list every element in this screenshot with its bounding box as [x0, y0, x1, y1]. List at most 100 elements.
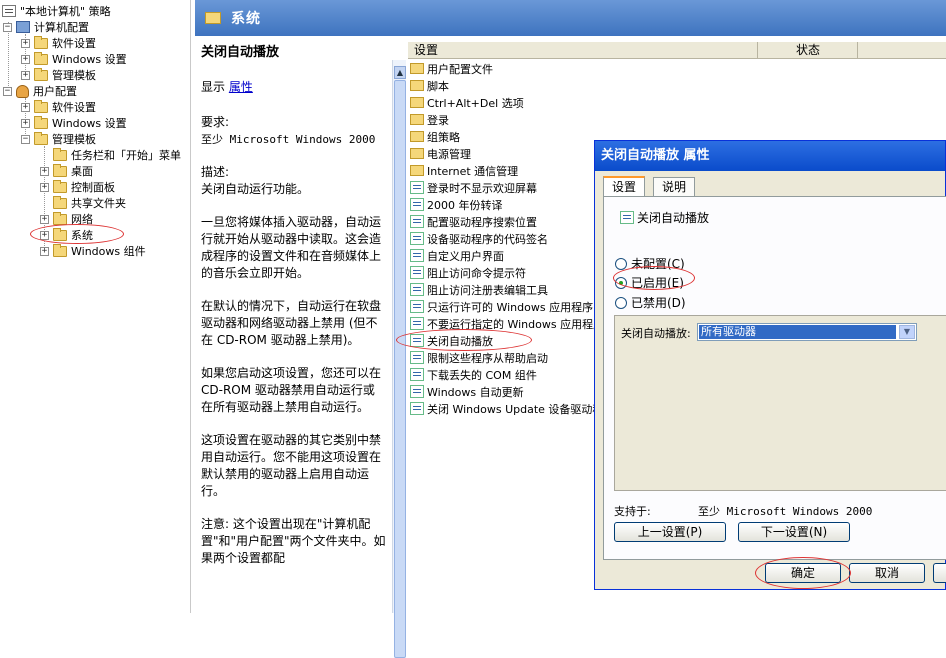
list-item[interactable]: 阻止访问注册表编辑工具	[410, 281, 548, 298]
folder-icon	[34, 131, 48, 145]
column-header-setting[interactable]: 设置	[408, 42, 758, 58]
folder-icon	[34, 51, 48, 65]
policy-setting-icon	[410, 232, 424, 245]
drive-select-value: 所有驱动器	[699, 325, 896, 339]
tree-uc-windows[interactable]: + Windows 设置	[21, 115, 127, 131]
list-item[interactable]: 组策略	[410, 128, 460, 145]
description-label: 描述:	[201, 165, 230, 179]
list-item[interactable]: Ctrl+Alt+Del 选项	[410, 94, 524, 111]
expand-icon[interactable]: +	[21, 54, 30, 64]
folder-icon	[53, 179, 67, 193]
list-item[interactable]: Windows 自动更新	[410, 383, 524, 400]
tree-control-panel[interactable]: + 控制面板	[40, 179, 115, 195]
list-item[interactable]: 电源管理	[410, 145, 471, 162]
tree-cc-admin[interactable]: + 管理模板	[21, 67, 96, 83]
tab-settings[interactable]: 设置	[603, 176, 646, 197]
tree-windows-components[interactable]: + Windows 组件	[40, 243, 146, 259]
list-item[interactable]: 只运行许可的 Windows 应用程序	[410, 298, 593, 315]
requirements-label: 要求:	[201, 115, 230, 129]
folder-icon	[410, 97, 424, 108]
list-item[interactable]: 阻止访问命令提示符	[410, 264, 526, 281]
collapse-icon[interactable]: −	[3, 86, 12, 96]
tree-user-config[interactable]: − 用户配置	[3, 83, 77, 99]
radio-icon	[615, 296, 627, 309]
policy-setting-icon	[410, 198, 424, 211]
expand-icon[interactable]: +	[21, 102, 30, 112]
tree-computer-config[interactable]: − 计算机配置	[3, 19, 89, 35]
previous-setting-button[interactable]: 上一设置(P)	[614, 522, 726, 542]
requirements-value: 至少 Microsoft Windows 2000	[201, 133, 376, 146]
policy-setting-icon	[410, 317, 424, 330]
list-item[interactable]: 登录时不显示欢迎屏幕	[410, 179, 537, 196]
policy-setting-icon	[410, 402, 424, 415]
policy-tree: "本地计算机" 策略 − 计算机配置 + 软件设置 + Windows 设置 +…	[0, 0, 191, 613]
folder-icon	[34, 99, 48, 113]
scroll-up-icon[interactable]: ▲	[394, 66, 406, 79]
list-item[interactable]: 用户配置文件	[410, 60, 493, 77]
properties-link[interactable]: 属性	[229, 80, 253, 94]
apply-button-partial[interactable]	[933, 563, 946, 583]
tree-cc-software[interactable]: + 软件设置	[21, 35, 96, 51]
expand-icon[interactable]: +	[40, 246, 49, 256]
expand-icon[interactable]: +	[40, 182, 49, 192]
collapse-icon[interactable]: −	[3, 22, 12, 32]
policy-title: 关闭自动播放	[201, 45, 280, 60]
folder-icon	[410, 80, 424, 91]
list-item[interactable]: 登录	[410, 111, 449, 128]
list-item[interactable]: 设备驱动程序的代码签名	[410, 230, 548, 247]
supported-value: 至少 Microsoft Windows 2000	[698, 505, 873, 518]
policy-name: 关闭自动播放	[620, 209, 709, 226]
folder-icon	[34, 67, 48, 81]
scroll-thumb[interactable]	[394, 80, 406, 658]
tree-shared-folders[interactable]: 共享文件夹	[53, 195, 126, 211]
list-item[interactable]: Internet 通信管理	[410, 162, 518, 179]
policy-setting-icon	[410, 368, 424, 381]
user-icon	[16, 84, 29, 98]
list-item[interactable]: 脚本	[410, 77, 449, 94]
drive-select[interactable]: 所有驱动器 ▼	[697, 323, 917, 341]
next-setting-button[interactable]: 下一设置(N)	[738, 522, 850, 542]
expand-icon[interactable]: +	[40, 166, 49, 176]
cancel-button[interactable]: 取消	[849, 563, 925, 583]
policy-setting-icon	[410, 283, 424, 296]
description-text: 如果您启动这项设置，您还可以在 CD-ROM 驱动器禁用自动运行或在所有驱动器上…	[201, 366, 382, 414]
tree-cc-windows[interactable]: + Windows 设置	[21, 51, 127, 67]
policy-icon	[2, 5, 16, 17]
list-item[interactable]: 自定义用户界面	[410, 247, 504, 264]
expand-icon[interactable]: +	[40, 214, 49, 224]
tree-desktop[interactable]: + 桌面	[40, 163, 93, 179]
expand-icon[interactable]: +	[21, 118, 30, 128]
description-text: 在默认的情况下，自动运行在软盘驱动器和网络驱动器上禁用 (但不在 CD-ROM …	[201, 299, 382, 347]
column-header-state[interactable]: 状态	[758, 42, 858, 58]
expand-icon[interactable]: +	[21, 38, 30, 48]
list-header: 设置 状态	[408, 42, 946, 59]
collapse-icon[interactable]: −	[21, 134, 30, 144]
folder-icon	[53, 147, 67, 161]
list-item[interactable]: 下载丢失的 COM 组件	[410, 366, 537, 383]
list-item[interactable]: 配置驱动程序搜索位置	[410, 213, 537, 230]
list-item[interactable]: 限制这些程序从帮助启动	[410, 349, 548, 366]
list-item[interactable]: 关闭 Windows Update 设备驱动程序	[410, 400, 614, 417]
expand-icon[interactable]: +	[21, 70, 30, 80]
dialog-title: 关闭自动播放 属性	[595, 141, 945, 171]
chevron-down-icon[interactable]: ▼	[899, 325, 915, 339]
tree-uc-software[interactable]: + 软件设置	[21, 99, 96, 115]
policy-setting-icon	[410, 385, 424, 398]
tree-root[interactable]: "本地计算机" 策略	[2, 3, 111, 19]
radio-disabled[interactable]: 已禁用(D)	[615, 294, 686, 311]
properties-dialog: 关闭自动播放 属性 设置 说明 关闭自动播放 未配置(C) 已启用(E) 已禁用…	[594, 140, 946, 590]
folder-icon	[53, 195, 67, 209]
folder-icon	[410, 148, 424, 159]
list-item[interactable]: 2000 年份转译	[410, 196, 503, 213]
folder-icon	[53, 163, 67, 177]
policy-setting-icon	[620, 211, 634, 224]
tree-uc-admin[interactable]: − 管理模板	[21, 131, 96, 147]
tab-explain[interactable]: 说明	[653, 177, 696, 196]
tab-panel: 关闭自动播放 未配置(C) 已启用(E) 已禁用(D) 关闭自动播放: 所有驱动…	[603, 196, 946, 560]
option-label: 关闭自动播放:	[621, 327, 691, 340]
folder-icon	[410, 63, 424, 74]
tree-taskbar[interactable]: 任务栏和「开始」菜单	[53, 147, 181, 163]
policy-setting-icon	[410, 351, 424, 364]
policy-setting-icon	[410, 181, 424, 194]
folder-icon	[410, 114, 424, 125]
